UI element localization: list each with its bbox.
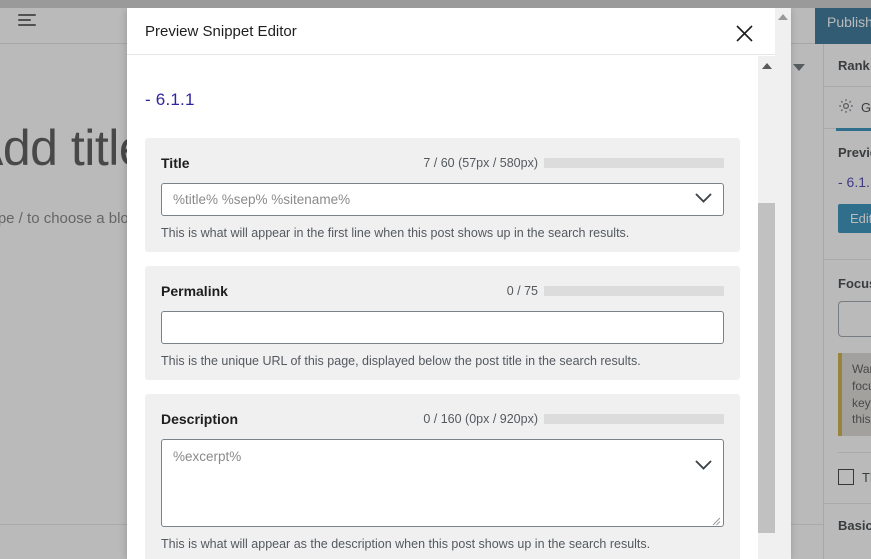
permalink-input[interactable] xyxy=(161,311,724,344)
field-section-title: Title 7 / 60 (57px / 580px) %title% %sep… xyxy=(145,138,740,252)
progress-track-permalink xyxy=(544,286,724,296)
chevron-down-icon[interactable] xyxy=(695,191,712,209)
preview-snippet-editor-modal: Preview Snippet Editor - 6.1.1 Title 7 /… xyxy=(127,8,790,559)
field-header: Description 0 / 160 (0px / 920px) xyxy=(161,409,724,429)
close-icon[interactable] xyxy=(732,21,756,45)
title-input-value: %title% %sep% %sitename% xyxy=(173,192,351,207)
field-label-description: Description xyxy=(161,411,239,427)
progress-track-title xyxy=(544,158,724,168)
field-section-permalink: Permalink 0 / 75 This is the unique URL … xyxy=(145,266,740,380)
snippet-preview-title: - 6.1.1 xyxy=(145,90,195,109)
field-section-description: Description 0 / 160 (0px / 920px) %excer… xyxy=(145,394,740,559)
modal-title: Preview Snippet Editor xyxy=(145,22,297,40)
field-label-permalink: Permalink xyxy=(161,283,228,299)
description-textarea[interactable]: %excerpt% xyxy=(161,439,724,527)
field-counter-permalink: 0 / 75 xyxy=(506,284,538,298)
scroll-up-arrow-icon[interactable] xyxy=(762,63,772,69)
resize-handle-icon[interactable] xyxy=(710,513,721,526)
modal-header: Preview Snippet Editor xyxy=(127,8,790,55)
field-help-title: This is what will appear in the first li… xyxy=(161,226,630,240)
field-help-permalink: This is the unique URL of this page, dis… xyxy=(161,354,641,368)
field-header: Title 7 / 60 (57px / 580px) xyxy=(161,153,724,173)
scroll-up-arrow-icon[interactable] xyxy=(778,14,788,20)
description-textarea-value: %excerpt% xyxy=(173,449,242,464)
modal-body: - 6.1.1 Title 7 / 60 (57px / 580px) %tit… xyxy=(127,56,758,559)
field-header: Permalink 0 / 75 xyxy=(161,281,724,301)
field-help-description: This is what will appear as the descript… xyxy=(161,537,651,551)
field-counter-title: 7 / 60 (57px / 580px) xyxy=(423,156,538,170)
scrollbar-thumb[interactable] xyxy=(758,203,775,533)
chevron-down-icon[interactable] xyxy=(695,458,712,476)
title-input[interactable]: %title% %sep% %sitename% xyxy=(161,183,724,216)
progress-track-description xyxy=(544,414,724,424)
modal-body-scrollbar[interactable] xyxy=(758,56,775,559)
field-label-title: Title xyxy=(161,155,190,171)
admin-bar-strip xyxy=(0,0,871,8)
field-counter-description: 0 / 160 (0px / 920px) xyxy=(423,412,538,426)
page-scrollbar[interactable] xyxy=(775,8,791,559)
